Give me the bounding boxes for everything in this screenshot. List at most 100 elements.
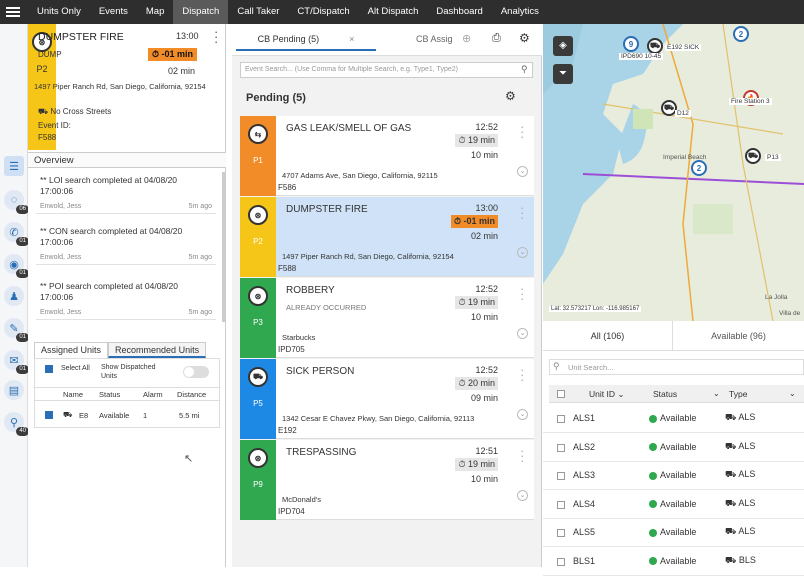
nav-alt-dispatch[interactable]: Alt Dispatch [359,0,428,24]
event-card-more-icon[interactable]: · · · [520,201,524,224]
units-list-panel: All (106) Available (96) Unit Search... … [543,321,804,576]
nav-dispatch[interactable]: Dispatch [173,0,229,24]
map-cluster-icon[interactable]: 2 [691,160,707,176]
hamburger-menu-icon[interactable] [6,5,20,19]
pending-events-panel: CB Pending (5) × CB Assig ⊕ ⎙ ⚙ Event Sea… [232,24,542,567]
col-distance[interactable]: Distance [177,388,206,400]
expand-chevron-icon[interactable]: ⌄ [517,490,528,501]
col-unit-id[interactable]: Unit ID ⌄ [589,385,624,403]
unit-row-checkbox[interactable] [557,472,565,480]
event-card-more-icon[interactable]: · · · [520,363,524,386]
col-unit-type[interactable]: Type [729,385,747,403]
map-view[interactable]: ◈ ⏷ 9 2 2 🔥 ⛟ ⛟ ⛟ IPD690 10-45 E192 SICK… [543,24,804,321]
unit-row-checkbox[interactable] [557,415,565,423]
nav-units-only[interactable]: Units Only [28,0,90,24]
detail-more-icon[interactable]: · · · [214,25,218,48]
unit-type: ALS [738,440,756,451]
unit-row[interactable]: ALS2 Available ⛟ ALS [543,434,804,462]
unit-row[interactable]: ALS5 Available ⛟ ALS [543,519,804,547]
expand-chevron-icon[interactable]: ⌄ [517,328,528,339]
unit-status-wrap: Available [649,413,696,423]
unit-row[interactable]: ALS1 Available ⛟ ALS [543,405,804,433]
tab-all-units[interactable]: All (106) [543,321,673,350]
tab-recommended-units[interactable]: Recommended Units [108,342,207,358]
event-search-input[interactable]: Event Search... (Use Comma for Multiple … [240,62,533,78]
expand-chevron-icon[interactable]: ⌄ [517,409,528,420]
event-card[interactable]: ⊛ P2 DUMPSTER FIRE 13:00 ⏱ -01 min 02 min… [240,197,534,277]
list-view-icon[interactable]: ☰ [4,156,24,176]
nav-ct-dispatch[interactable]: CT/Dispatch [288,0,358,24]
expand-chevron-icon[interactable]: ⌄ [517,166,528,177]
units-tabs: Assigned Units Recommended Units [34,342,220,358]
unit-row-checkbox[interactable] [557,500,565,509]
unit-row-checkbox[interactable] [45,411,53,419]
nav-dashboard[interactable]: Dashboard [427,0,491,24]
event-card[interactable]: ⛟ P5 SICK PERSON 12:52 ⏱ 20 min 09 min 13… [240,359,534,439]
phone-icon[interactable]: ✆ 01 [4,222,29,246]
event-card-time-wrap: 12:52 ⏱ 19 min [455,122,498,147]
map-label: La Jolla [765,294,788,301]
layers-icon[interactable]: ◈ [553,36,573,56]
unit-row[interactable]: BLS1 Available ⛟ BLS [543,548,804,576]
attachment-icon[interactable]: ✎ 01 [4,318,29,342]
overview-header[interactable]: Overview [28,152,226,168]
unit-e192-icon[interactable]: ⛟ [647,38,663,54]
chat-icon[interactable]: ◌ 06 [4,190,29,214]
unit-search-input[interactable]: Unit Search... [549,359,804,375]
event-card-more-icon[interactable]: · · · [520,444,524,467]
expand-chevron-icon[interactable]: ⌄ [517,247,528,258]
event-card[interactable]: ⊛ P3 ROBBERY ALREADY OCCURRED 12:52 ⏱ 19 m… [240,278,534,358]
detail-time: 13:00 [176,31,199,41]
person-icon[interactable]: ♟ [4,286,24,306]
event-card-more-icon[interactable]: · · · [520,120,524,143]
add-tab-icon[interactable]: ⊕ [462,32,471,45]
col-status[interactable]: Status [99,388,143,400]
unit-row-checkbox[interactable] [557,529,565,537]
available-status-icon [649,443,657,452]
status-filter-chevron-icon[interactable]: ⌄ [713,385,720,403]
unit-type: ALS [738,412,756,422]
unit-status: Available [99,411,130,420]
nav-events[interactable]: Events [90,0,137,24]
tab-cb-pending[interactable]: CB Pending (5) × [236,29,376,51]
unit-row[interactable]: ALS3 Available ⛟ ALS [543,462,804,490]
units-table-row[interactable]: ⛟ E8 Available 1 5.5 mi [35,403,219,427]
print-icon[interactable]: ⎙ [492,32,501,45]
map-cluster-icon[interactable]: 2 [733,26,749,42]
map-label: Villa de [779,310,801,317]
col-name[interactable]: Name [63,388,99,400]
unit-row-checkbox[interactable] [557,557,565,566]
tab-cb-assigned[interactable]: CB Assig [416,34,453,44]
pending-settings-icon[interactable]: ⚙ [505,89,516,103]
event-card-more-icon[interactable]: · · · [520,282,524,305]
event-card[interactable]: ⇆ P1 GAS LEAK/SMELL OF GAS 12:52 ⏱ 19 min… [240,116,534,196]
message-icon[interactable]: ✉ 01 [4,350,29,374]
settings-gear-icon[interactable]: ⚙ [519,31,530,45]
type-filter-chevron-icon[interactable]: ⌄ [789,385,796,403]
col-alarm[interactable]: Alarm [143,388,177,400]
tab-assigned-units[interactable]: Assigned Units [34,342,109,358]
gas-leak-icon: ⇆ [248,124,268,144]
nav-call-taker[interactable]: Call Taker [228,0,288,24]
event-card[interactable]: ⊛ P9 TRESPASSING 12:51 ⏱ 19 min 10 min Mc… [240,440,534,520]
map-label: IPD690 10-45 [619,53,664,60]
unit-row-checkbox[interactable] [557,443,565,452]
log-scrollbar[interactable] [222,172,225,322]
radio-icon[interactable]: ◉ 01 [4,254,29,278]
unit-row[interactable]: ALS4 Available ⛟ ALS [543,491,804,519]
map-cluster-icon[interactable]: 9 [623,36,639,52]
event-card-elapsed: 10 min [470,150,498,160]
show-dispatched-toggle[interactable] [183,366,209,378]
clipboard-icon[interactable]: ▤ [4,380,24,400]
units-select-all-checkbox[interactable] [557,390,565,398]
filter-icon[interactable]: ⏷ [553,64,573,84]
close-tab-icon[interactable]: × [349,34,354,44]
unit-p13-icon[interactable]: ⛟ [745,148,761,164]
search-icon[interactable]: ⚲ [521,64,528,75]
col-unit-status[interactable]: Status [653,385,677,403]
nav-analytics[interactable]: Analytics [492,0,548,24]
nav-map[interactable]: Map [137,0,173,24]
tab-available-units[interactable]: Available (96) [673,321,804,350]
location-icon[interactable]: ⚲ 40 [4,412,29,436]
select-all-checkbox[interactable] [45,365,53,373]
